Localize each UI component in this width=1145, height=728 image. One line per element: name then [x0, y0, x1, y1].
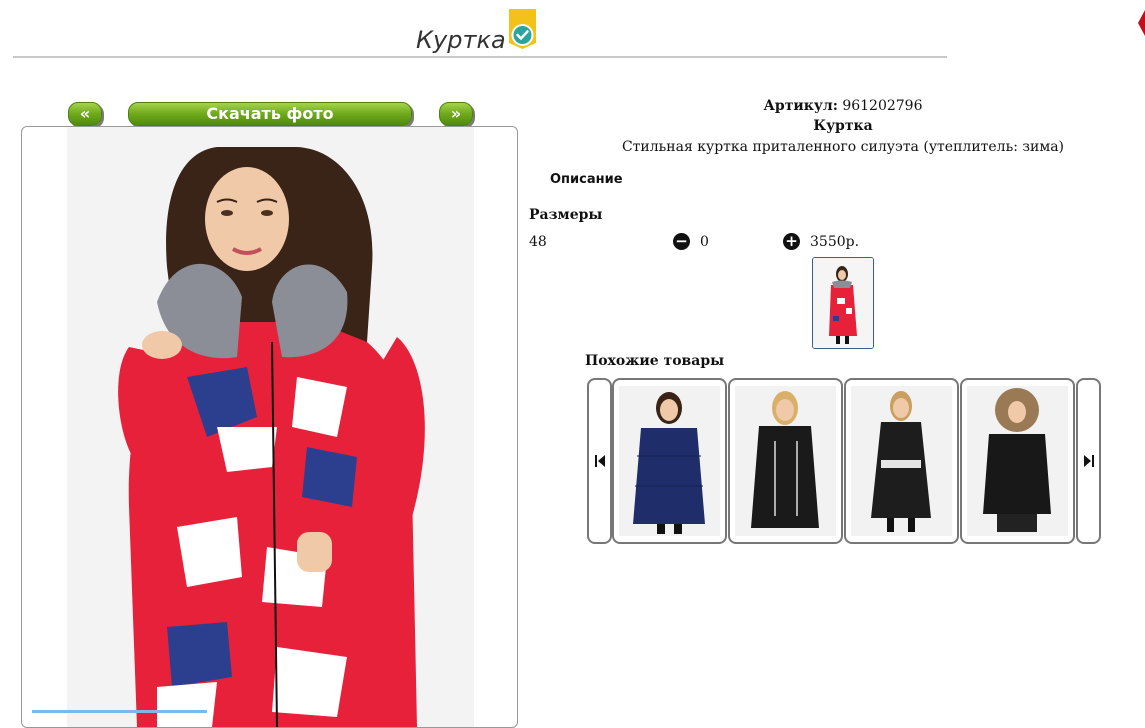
- prev-photo-button[interactable]: «: [68, 102, 102, 126]
- description-heading[interactable]: Описание: [550, 172, 623, 187]
- product-name: Куртка: [813, 118, 873, 134]
- carousel-next-button[interactable]: [1076, 378, 1101, 544]
- download-photo-button[interactable]: Скачать фото: [128, 102, 412, 126]
- skip-previous-icon: [594, 455, 605, 467]
- model-in-red-jacket-image: [118, 147, 425, 727]
- header-divider: [13, 56, 947, 58]
- similar-product-image: [851, 386, 952, 536]
- similar-product-card[interactable]: [960, 378, 1075, 544]
- article-label: Артикул:: [763, 98, 838, 114]
- photo-thumbnail[interactable]: [812, 257, 874, 349]
- similar-product-image: [619, 386, 720, 536]
- plus-icon[interactable]: +: [783, 233, 800, 250]
- page-title: Куртка: [416, 26, 506, 54]
- article-value: 961202796: [842, 98, 923, 114]
- price: 3550р.: [810, 234, 860, 250]
- minus-icon[interactable]: −: [673, 233, 690, 250]
- sizes-heading: Размеры: [529, 207, 603, 223]
- size-value: 48: [529, 234, 547, 250]
- next-photo-button[interactable]: »: [439, 102, 473, 126]
- close-icon[interactable]: [1137, 8, 1145, 38]
- similar-products-heading: Похожие товары: [585, 353, 725, 369]
- similar-product-image: [735, 386, 836, 536]
- carousel-prev-button[interactable]: [587, 378, 612, 544]
- verified-badge-icon: [509, 9, 536, 49]
- similar-product-card[interactable]: [612, 378, 727, 544]
- product-description: Стильная куртка приталенного силуэта (ут…: [621, 139, 1065, 155]
- quantity-value: 0: [700, 234, 709, 250]
- skip-next-icon: [1083, 455, 1094, 467]
- similar-product-image: [967, 386, 1068, 536]
- similar-product-card[interactable]: [728, 378, 843, 544]
- thumbnail-red-jacket-image: [813, 258, 873, 348]
- similar-product-card[interactable]: [844, 378, 959, 544]
- photo-scrollbar[interactable]: [32, 710, 207, 713]
- article-line: Артикул: 961202796: [540, 98, 1145, 114]
- main-photo: [21, 126, 518, 728]
